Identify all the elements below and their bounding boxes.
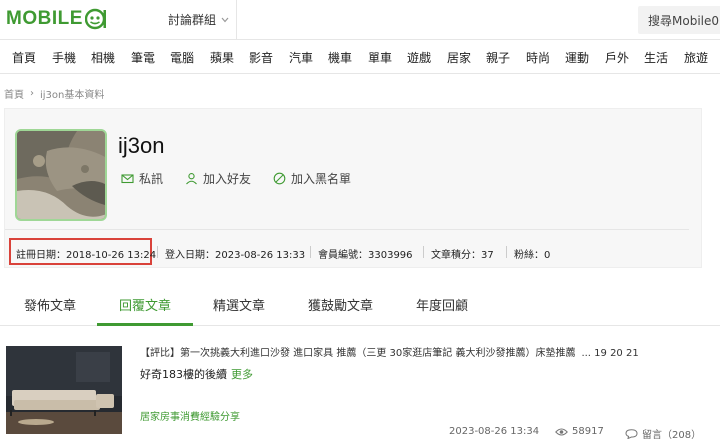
more-link[interactable]: 更多 (231, 368, 253, 381)
post-thumbnail[interactable] (6, 346, 122, 434)
nav-item-outdoor[interactable]: 戶外 (605, 49, 629, 66)
block-button[interactable]: 加入黑名單 (273, 170, 351, 187)
chevron-down-icon (221, 17, 229, 22)
post-datetime-wrap: 2023-08-26 13:34 (449, 426, 539, 437)
nav-item-computer[interactable]: 電腦 (170, 49, 194, 66)
profile-card: ij3on 私訊 加入好友 加入黑名單 註冊日期：2018-10-26 13:2… (4, 108, 702, 268)
eye-icon (555, 428, 568, 435)
profile-username: ij3on (118, 133, 165, 158)
nav-item-parenting[interactable]: 親子 (486, 49, 510, 66)
post-excerpt: 好奇183樓的後續 更多 (140, 366, 253, 382)
add-friend-label: 加入好友 (203, 172, 252, 186)
profile-stats: 註冊日期：2018-10-26 13:24 登入日期：2023-08-26 13… (5, 235, 703, 267)
breadcrumb: 首頁 › ij3on基本資料 (4, 86, 104, 101)
message-label: 私訊 (139, 172, 164, 186)
nav-item-travel[interactable]: 旅遊 (684, 49, 708, 66)
logo-text: MOBILE (6, 8, 83, 29)
post-title[interactable]: 【評比】第一次挑義大利進口沙發 進口家具 推薦（三更 30家逛店筆記 義大利沙發… (140, 344, 639, 359)
post-views-wrap: 58917 (555, 426, 604, 437)
top-header: MOBILE 討論群組 搜尋Mobile01 (0, 0, 720, 40)
post-datetime: 2023-08-26 13:34 (449, 426, 540, 437)
stat-separator (157, 246, 158, 258)
post-comments-wrap[interactable]: 留言（208） (625, 426, 701, 441)
profile-tabs: 發佈文章 回覆文章 精選文章 獲鼓勵文章 年度回顧 (0, 280, 720, 326)
nav-item-motorcycle[interactable]: 機車 (328, 49, 352, 66)
sofa-thumbnail-image (6, 346, 122, 434)
nav-item-fashion[interactable]: 時尚 (526, 49, 550, 66)
category-nav: 首頁 手機 相機 筆電 電腦 蘋果 影音 汽車 機車 單車 遊戲 居家 親子 時… (0, 40, 720, 74)
block-label: 加入黑名單 (291, 172, 352, 186)
envelope-icon (121, 174, 134, 184)
stat-separator (506, 246, 507, 258)
profile-actions: 私訊 加入好友 加入黑名單 (121, 170, 373, 187)
stat-separator (310, 246, 311, 258)
post-category[interactable]: 居家房事消費經驗分享 (140, 408, 240, 423)
user-icon (186, 173, 197, 185)
breadcrumb-separator: › (30, 88, 34, 99)
tab-replied-articles[interactable]: 回覆文章 (119, 295, 171, 314)
comment-icon (625, 428, 638, 439)
tab-featured-articles[interactable]: 精選文章 (213, 295, 265, 314)
nav-item-games[interactable]: 遊戲 (407, 49, 431, 66)
post-excerpt-text: 好奇183樓的後續 (140, 368, 227, 381)
member-id: 會員編號：3303996 (318, 250, 413, 261)
card-divider (5, 229, 689, 230)
breadcrumb-current[interactable]: ij3on基本資料 (40, 86, 104, 101)
post-page-links[interactable]: ... 19 20 21 (581, 348, 638, 359)
search-placeholder: 搜尋Mobile01 (648, 14, 720, 28)
nav-item-sports[interactable]: 運動 (565, 49, 589, 66)
fans-count: 粉絲：0 (514, 250, 551, 261)
add-friend-button[interactable]: 加入好友 (185, 170, 251, 187)
registered-date: 註冊日期：2018-10-26 13:24 (16, 250, 157, 261)
active-tab-indicator (97, 323, 193, 326)
nav-item-car[interactable]: 汽車 (289, 49, 313, 66)
nav-item-bicycle[interactable]: 單車 (368, 49, 392, 66)
tab-posted-articles[interactable]: 發佈文章 (24, 295, 76, 314)
nav-item-home[interactable]: 首頁 (12, 49, 36, 66)
post-views: 58917 (572, 426, 604, 437)
header-divider (236, 0, 237, 40)
logo-mark-icon (84, 8, 106, 30)
nav-item-apple[interactable]: 蘋果 (210, 49, 234, 66)
nav-item-laptop[interactable]: 筆電 (131, 49, 155, 66)
post-comments: 留言（208） (642, 430, 702, 441)
post-points: 文章積分：37 (431, 250, 494, 261)
nav-item-phone[interactable]: 手機 (52, 49, 76, 66)
forum-groups-menu[interactable]: 討論群組 (168, 11, 229, 28)
stat-separator (423, 246, 424, 258)
post-title-text: 【評比】第一次挑義大利進口沙發 進口家具 推薦（三更 30家逛店筆記 義大利沙發… (140, 348, 576, 359)
mobile01-logo[interactable]: MOBILE (6, 6, 107, 32)
tab-annual-review[interactable]: 年度回顧 (416, 295, 468, 314)
nav-item-camera[interactable]: 相機 (91, 49, 115, 66)
nav-item-life[interactable]: 生活 (644, 49, 668, 66)
nav-item-home-living[interactable]: 居家 (447, 49, 471, 66)
avatar-image (17, 131, 105, 219)
message-button[interactable]: 私訊 (121, 170, 163, 187)
nav-item-av[interactable]: 影音 (249, 49, 273, 66)
breadcrumb-home[interactable]: 首頁 (4, 86, 24, 101)
avatar (15, 129, 107, 221)
tab-encouraged-articles[interactable]: 獲鼓勵文章 (308, 295, 373, 314)
search-box[interactable]: 搜尋Mobile01 (638, 6, 720, 34)
block-icon (273, 172, 286, 185)
last-login-date: 登入日期：2023-08-26 13:33 (165, 250, 306, 261)
forum-groups-label: 討論群組 (168, 13, 217, 27)
